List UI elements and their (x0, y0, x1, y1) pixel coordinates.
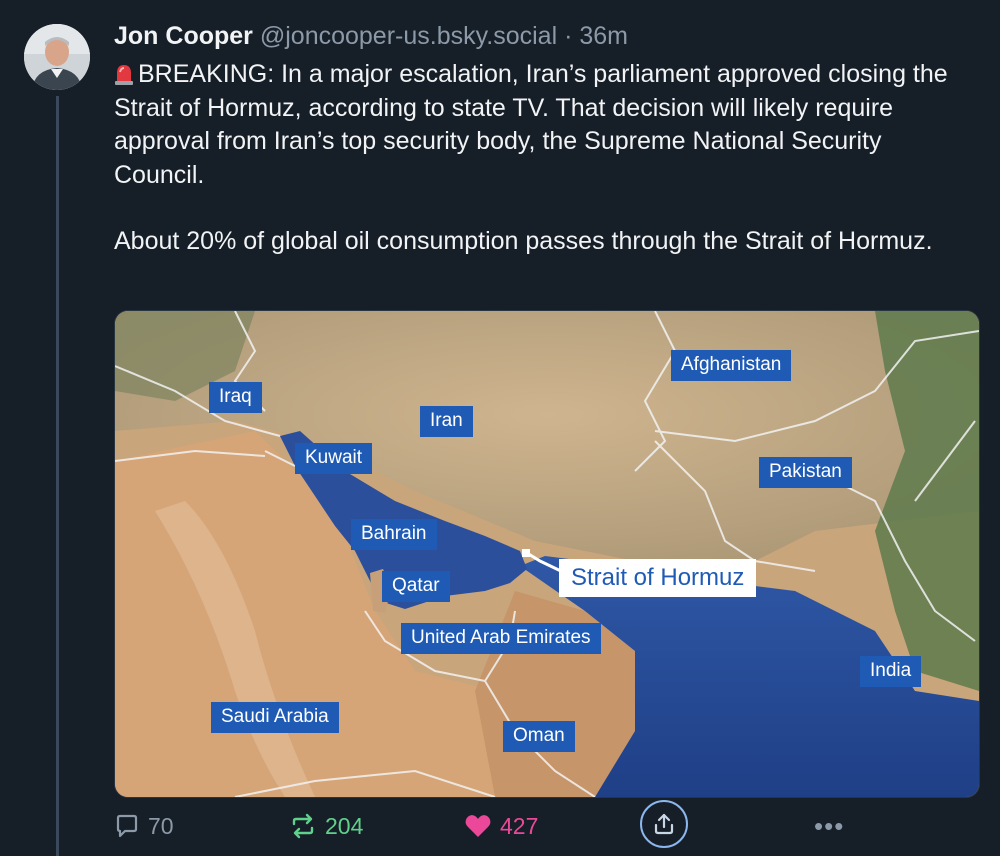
author-handle[interactable]: @joncooper-us.bsky.social (260, 22, 557, 50)
heart-icon (465, 815, 491, 837)
post-text-1: BREAKING: In a major escalation, Iran’s … (114, 60, 948, 189)
post-header: Jon Cooper @joncooper-us.bsky.social · 3… (114, 22, 628, 51)
reply-count: 70 (148, 812, 174, 839)
reply-button[interactable]: 70 (114, 806, 174, 846)
like-count: 427 (500, 812, 539, 839)
repost-button[interactable]: 204 (289, 806, 363, 846)
post-body: BREAKING: In a major escalation, Iran’s … (114, 58, 964, 259)
map-label-pakistan: Pakistan (759, 457, 852, 488)
avatar[interactable] (24, 24, 90, 90)
siren-emoji-icon (114, 61, 134, 85)
map-label-strait-of-hormuz: Strait of Hormuz (559, 559, 757, 597)
map-label-kuwait: Kuwait (295, 443, 373, 474)
map-label-iran: Iran (420, 406, 473, 437)
map-label-bahrain: Bahrain (351, 519, 437, 550)
thread-line (56, 96, 59, 856)
map-label-oman: Oman (503, 721, 575, 752)
post-time[interactable]: 36m (579, 22, 628, 50)
post-actions: 70 204 427 ••• (114, 800, 974, 848)
map-label-iraq: Iraq (209, 382, 262, 413)
map-label-india: India (860, 656, 922, 687)
author-name[interactable]: Jon Cooper (114, 22, 253, 50)
post-paragraph-1: BREAKING: In a major escalation, Iran’s … (114, 58, 964, 192)
repost-count: 204 (325, 812, 364, 839)
share-button[interactable] (640, 800, 688, 848)
post-paragraph-2: About 20% of global oil consumption pass… (114, 227, 933, 255)
repost-icon (292, 813, 314, 839)
map-label-uae: United Arab Emirates (401, 623, 601, 654)
map-label-qatar: Qatar (382, 571, 450, 602)
like-button[interactable]: 427 (464, 806, 538, 846)
more-icon: ••• (814, 810, 845, 841)
more-options-button[interactable]: ••• (814, 806, 844, 846)
map-label-saudi-arabia: Saudi Arabia (211, 702, 339, 733)
map-label-afghanistan: Afghanistan (671, 350, 792, 381)
separator: · (564, 22, 573, 50)
map-image[interactable]: Iraq Iran Afghanistan Kuwait Pakistan Ba… (114, 310, 980, 798)
share-icon (654, 813, 674, 835)
reply-icon (116, 814, 138, 838)
